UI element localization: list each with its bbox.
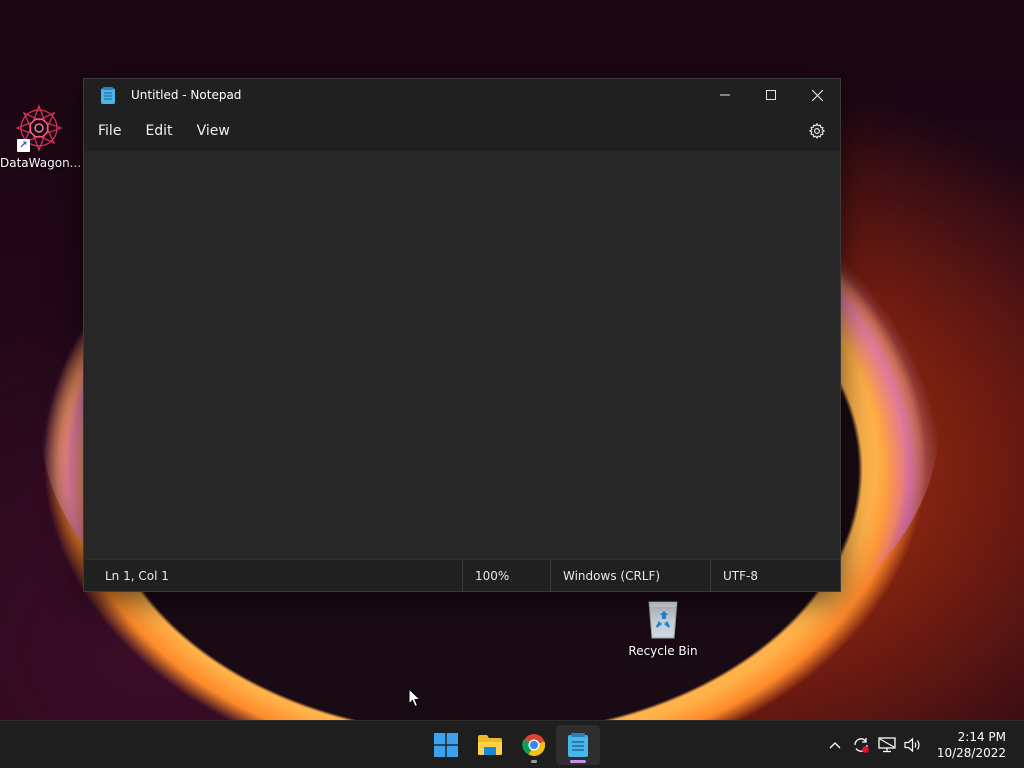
recycle-bin-icon (643, 598, 683, 640)
windows-start-icon (434, 733, 458, 757)
taskbar: 2:14 PM 10/28/2022 (0, 720, 1024, 768)
desktop-icon-recycle-bin[interactable]: Recycle Bin (624, 598, 702, 658)
clock-date: 10/28/2022 (936, 746, 1006, 760)
maximize-icon (766, 90, 776, 100)
taskbar-chrome[interactable] (512, 725, 556, 765)
minimize-button[interactable] (702, 79, 748, 111)
close-button[interactable] (794, 79, 840, 111)
status-zoom: 100% (462, 560, 550, 591)
gear-icon[interactable] (808, 122, 826, 140)
active-indicator (570, 760, 586, 763)
shortcut-arrow-icon: ↗ (17, 139, 30, 152)
notepad-icon (568, 733, 588, 757)
taskbar-start-button[interactable] (424, 725, 468, 765)
status-position: Ln 1, Col 1 (105, 568, 169, 583)
taskbar-notepad[interactable] (556, 725, 600, 765)
menu-bar: File Edit View (84, 111, 840, 151)
network-icon (878, 737, 896, 753)
title-bar[interactable]: Untitled - Notepad (84, 79, 840, 111)
notepad-window: Untitled - Notepad File Edit View Ln 1, … (83, 78, 841, 592)
desktop-icon-label: Recycle Bin (628, 644, 698, 658)
folder-icon (478, 735, 502, 755)
window-controls (702, 79, 840, 111)
minimize-icon (720, 94, 730, 96)
network-button[interactable] (875, 733, 899, 757)
status-line-ending: Windows (CRLF) (550, 560, 710, 591)
volume-icon (904, 737, 920, 753)
sync-status-button[interactable] (849, 733, 873, 757)
menu-file[interactable]: File (88, 117, 131, 145)
taskbar-file-explorer[interactable] (468, 725, 512, 765)
volume-button[interactable] (901, 733, 925, 757)
clock[interactable]: 2:14 PM 10/28/2022 (937, 729, 1006, 761)
text-editor-area[interactable] (84, 151, 840, 559)
menu-view[interactable]: View (187, 117, 240, 145)
taskbar-apps (424, 725, 600, 765)
status-bar: Ln 1, Col 1 100% Windows (CRLF) UTF-8 (84, 559, 840, 591)
chrome-icon (522, 734, 546, 757)
window-title: Untitled - Notepad (131, 88, 242, 102)
status-encoding: UTF-8 (710, 560, 834, 591)
system-tray: 2:14 PM 10/28/2022 (823, 721, 1024, 768)
notepad-icon (101, 86, 115, 104)
menu-edit[interactable]: Edit (135, 117, 182, 145)
running-indicator (531, 760, 537, 763)
desktop-icon-datawagon[interactable]: ↗ DataWagon... (0, 104, 82, 170)
chevron-up-icon (829, 742, 841, 749)
clock-time: 2:14 PM (957, 730, 1006, 744)
maximize-button[interactable] (748, 79, 794, 111)
sync-icon (854, 738, 869, 753)
desktop-icon-label: DataWagon... (0, 156, 82, 170)
show-hidden-icons-button[interactable] (823, 733, 847, 757)
datawagon-app-icon: ↗ (15, 104, 63, 152)
mouse-cursor-icon (408, 688, 422, 708)
close-icon (811, 89, 823, 101)
